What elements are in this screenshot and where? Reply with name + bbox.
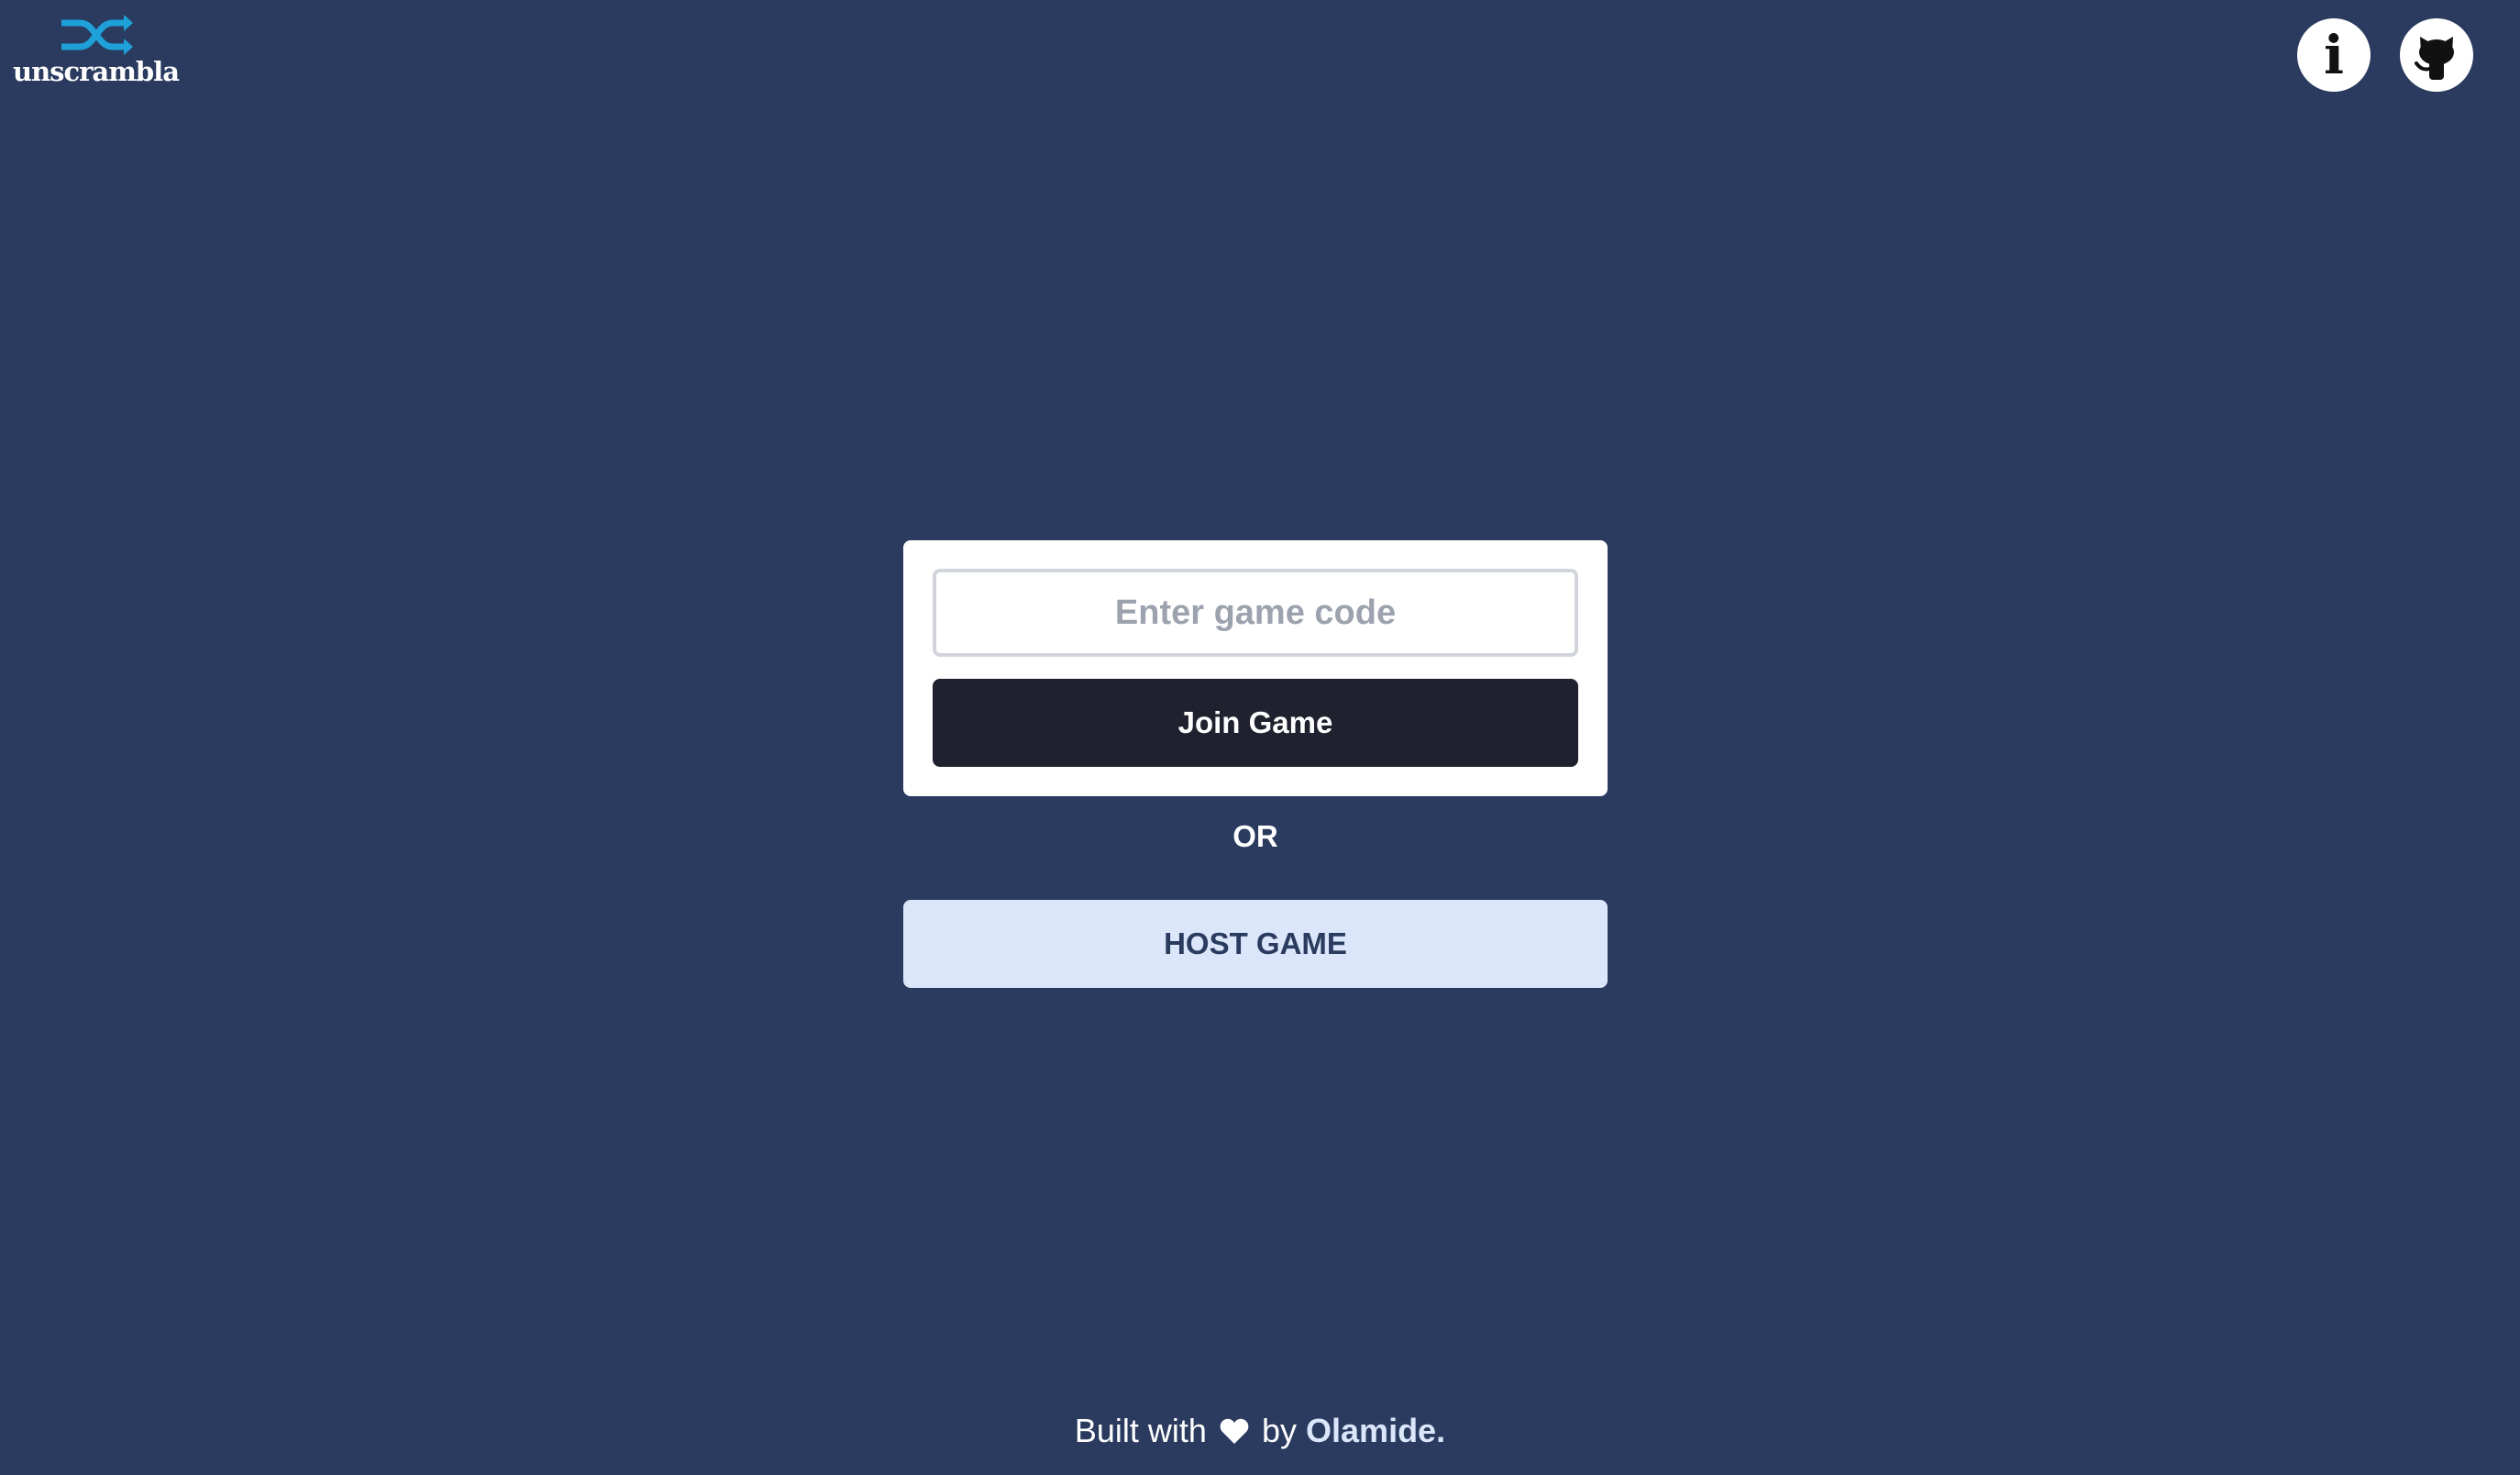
or-divider: OR — [1232, 819, 1278, 853]
github-button[interactable] — [2400, 18, 2473, 92]
footer-by: by — [1261, 1412, 1298, 1449]
footer: Built with by Olamide. — [0, 1410, 2520, 1452]
join-game-button[interactable]: Join Game — [933, 679, 1578, 767]
info-button[interactable]: i — [2297, 18, 2371, 92]
author-link[interactable]: Olamide. — [1306, 1412, 1445, 1449]
logo-link[interactable]: unscrambla — [13, 15, 180, 87]
heart-icon — [1220, 1418, 1249, 1444]
host-game-button[interactable]: HOST GAME — [903, 900, 1608, 988]
github-icon — [2415, 37, 2454, 80]
shuffle-icon — [61, 15, 133, 55]
join-card: Join Game — [903, 540, 1608, 796]
logo-text: unscrambla — [13, 56, 180, 87]
footer-prefix: Built with — [1074, 1412, 1207, 1449]
info-icon: i — [2323, 24, 2345, 86]
game-code-input[interactable] — [933, 569, 1578, 657]
